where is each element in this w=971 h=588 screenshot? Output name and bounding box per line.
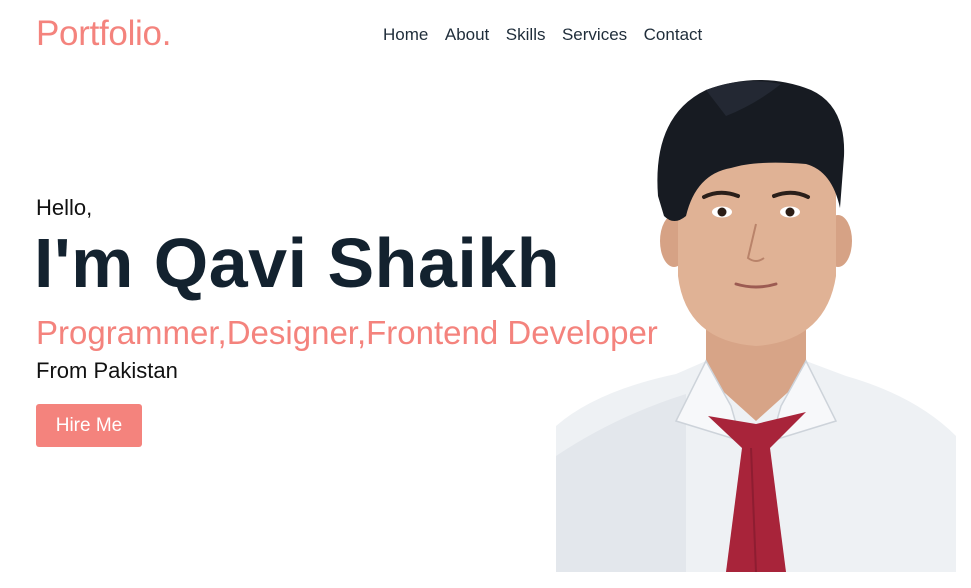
greeting-text: Hello, — [36, 195, 93, 220]
site-logo[interactable]: Portfolio. — [36, 14, 171, 54]
origin-text: From Pakistan — [36, 358, 178, 383]
nav-skills-link[interactable]: Skills — [506, 25, 546, 45]
nav-about-link[interactable]: About — [445, 25, 489, 45]
nav-contact-link[interactable]: Contact — [644, 25, 703, 45]
nav-services-link[interactable]: Services — [562, 25, 627, 45]
profile-photo — [556, 80, 956, 572]
hero-name: I'm Qavi Shaikh — [34, 224, 561, 302]
main-nav: Home About Skills Services Contact — [383, 25, 719, 45]
nav-home-link[interactable]: Home — [383, 25, 428, 45]
hire-me-button[interactable]: Hire Me — [36, 404, 142, 447]
